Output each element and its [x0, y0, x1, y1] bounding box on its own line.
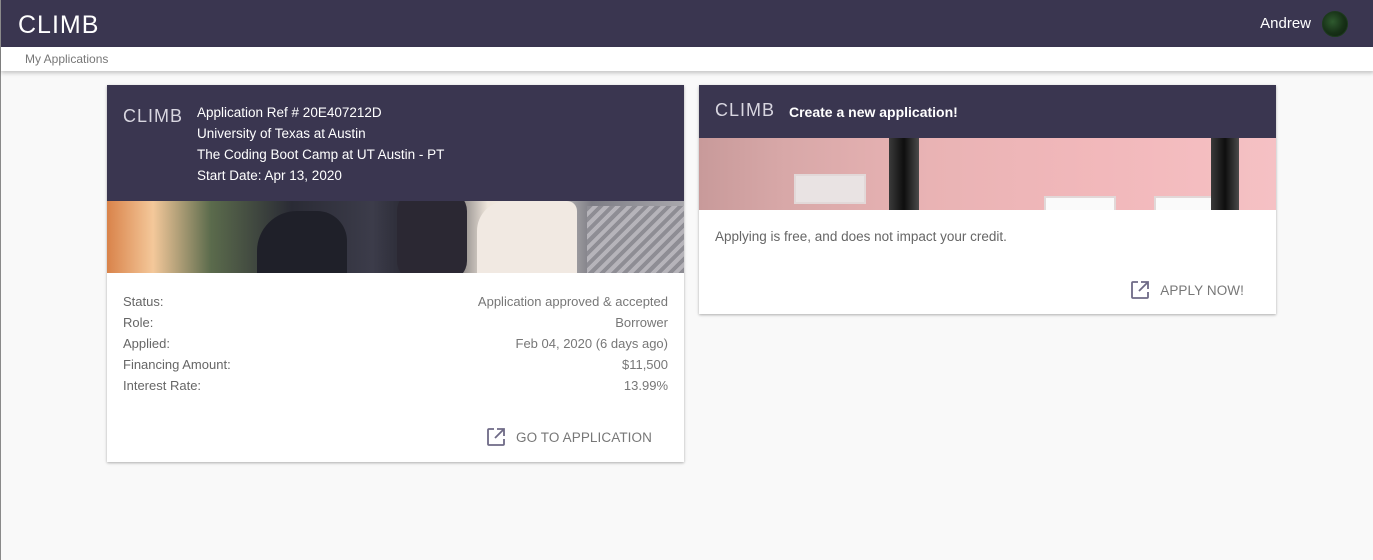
application-ref: Application Ref # 20E407212D — [197, 105, 382, 120]
detail-row-role: Role: Borrower — [123, 312, 668, 333]
open-in-new-icon — [487, 428, 505, 446]
user-name: Andrew — [1260, 15, 1311, 32]
application-summary: Application Ref # 20E407212D University … — [197, 102, 444, 201]
new-application-card-header: CLIMB Create a new application! — [699, 85, 1276, 138]
new-application-description: Applying is free, and does not impact yo… — [715, 229, 1007, 244]
card-logo-mark: CLIMB — [123, 106, 183, 126]
card-logo-text: CLIMB — [123, 106, 183, 126]
application-card-header: CLIMB Application Ref # 20E407212D Unive… — [107, 85, 684, 201]
detail-value: $11,500 — [621, 357, 668, 372]
school-name: University of Texas at Austin — [197, 126, 366, 141]
climb-logo-mark: CLIMB — [18, 12, 99, 36]
students-photo — [107, 201, 684, 273]
detail-label: Role: — [123, 315, 154, 330]
avatar[interactable] — [1322, 10, 1348, 37]
building-photo — [699, 138, 1276, 210]
application-card: CLIMB Application Ref # 20E407212D Unive… — [107, 85, 684, 462]
go-to-application-button[interactable]: GO TO APPLICATION — [486, 427, 652, 447]
detail-label: Interest Rate: — [123, 378, 202, 393]
climb-logo-text: CLIMB — [18, 12, 99, 36]
application-details: Status: Application approved & accepted … — [107, 273, 684, 396]
card-logo-text: CLIMB — [715, 100, 775, 120]
go-to-application-label: GO TO APPLICATION — [516, 429, 652, 445]
card-logo-mark: CLIMB — [715, 100, 775, 120]
climb-logo[interactable]: CLIMB — [18, 10, 100, 38]
card-climb-logo: CLIMB — [715, 98, 789, 125]
breadcrumb[interactable]: My Applications — [25, 52, 108, 66]
new-application-card: CLIMB Create a new application! Applying… — [699, 85, 1276, 314]
detail-label: Financing Amount: — [123, 357, 231, 372]
detail-value: Feb 04, 2020 (6 days ago) — [515, 336, 669, 351]
program-name: The Coding Boot Camp at UT Austin - PT — [197, 147, 445, 162]
detail-label: Applied: — [123, 336, 170, 351]
breadcrumb-bar: My Applications — [1, 47, 1373, 71]
start-date: Start Date: Apr 13, 2020 — [197, 168, 342, 183]
card-climb-logo: CLIMB — [123, 102, 197, 201]
detail-row-financing-amount: Financing Amount: $11,500 — [123, 354, 668, 375]
detail-value: Borrower — [615, 315, 668, 330]
apply-now-label: APPLY NOW! — [1160, 282, 1244, 298]
detail-value: 13.99% — [623, 378, 668, 393]
detail-label: Status: — [123, 294, 164, 309]
detail-row-status: Status: Application approved & accepted — [123, 291, 668, 312]
detail-row-applied: Applied: Feb 04, 2020 (6 days ago) — [123, 333, 668, 354]
top-navbar: CLIMB Andrew — [1, 0, 1373, 47]
open-in-new-icon — [1131, 281, 1150, 299]
apply-now-button[interactable]: APPLY NOW! — [1130, 280, 1244, 300]
detail-row-interest-rate: Interest Rate: 13.99% — [123, 375, 668, 396]
detail-value: Application approved & accepted — [477, 294, 668, 309]
user-menu[interactable]: Andrew — [1260, 10, 1348, 37]
new-application-title: Create a new application! — [789, 103, 958, 120]
